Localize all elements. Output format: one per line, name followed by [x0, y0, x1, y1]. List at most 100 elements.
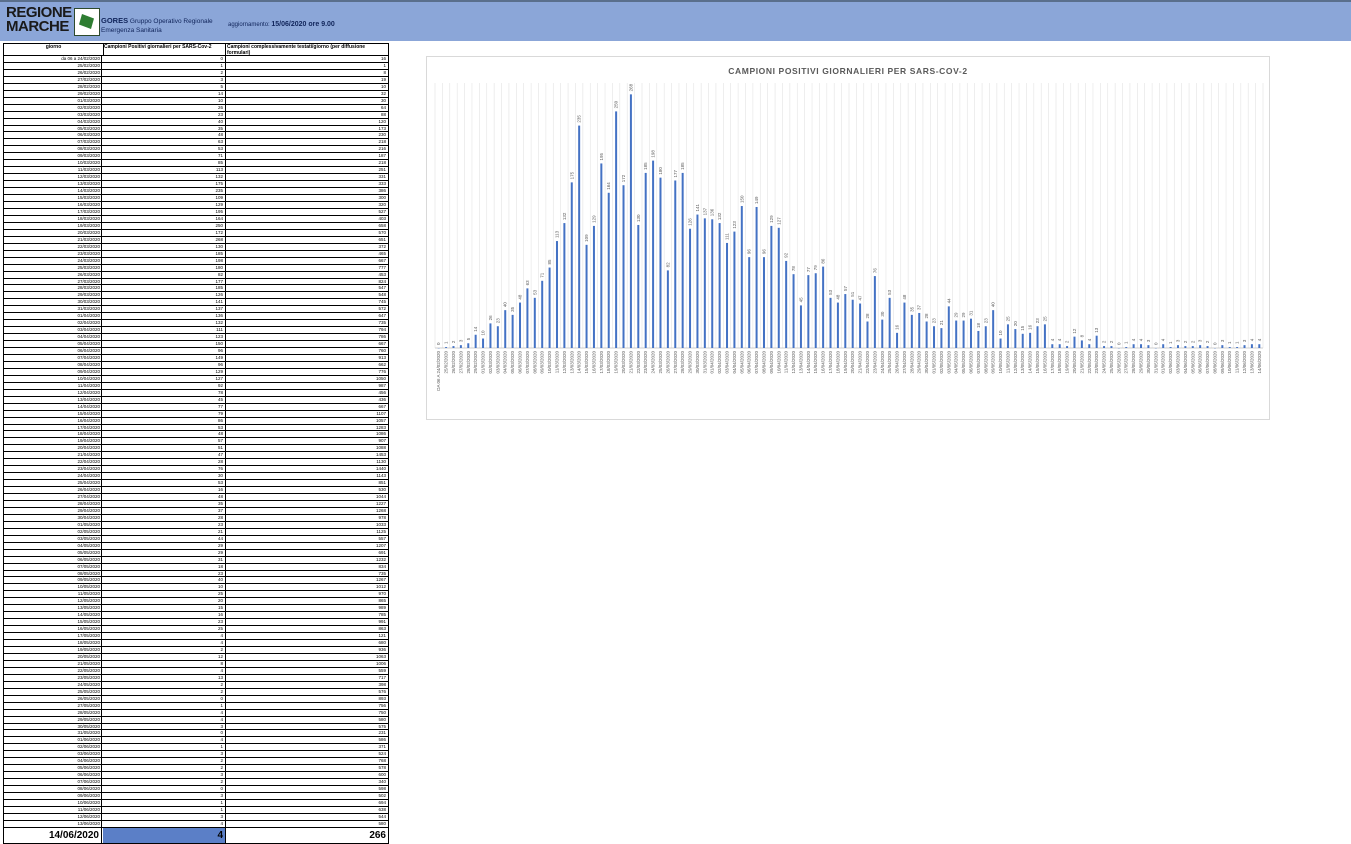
bar — [496, 326, 499, 348]
bar — [859, 303, 862, 348]
bar — [474, 334, 477, 348]
cell-day: 02/04/2020 — [4, 320, 102, 327]
cell-day: 29/03/2020 — [4, 292, 102, 299]
data-label: 5 — [466, 337, 471, 340]
table-row: 27/02/2020 3 19 — [4, 76, 388, 84]
cell-day: 27/05/2020 — [4, 702, 102, 709]
cell-tested: 987 — [378, 382, 386, 388]
cell-positives: 8 — [103, 660, 226, 667]
x-tick-label: 20/03/2020 — [621, 351, 626, 374]
table-row: 01/06/2020 4 586 — [4, 737, 388, 745]
table-row: 16/04/2020 86 1057 — [4, 417, 388, 425]
x-tick-label: 23/04/2020 — [872, 351, 877, 374]
cell-tested: 557 — [378, 535, 386, 541]
table-row: 13/03/2020 175 333 — [4, 181, 388, 189]
cell-tested: 735 — [378, 320, 386, 326]
bar — [578, 125, 581, 348]
x-tick-label: 13/04/2020 — [798, 351, 803, 374]
x-tick-label: 30/03/2020 — [695, 351, 700, 374]
bar — [637, 224, 640, 348]
x-tick-label: 01/06/2020 — [1161, 351, 1166, 374]
cell-day: 14/04/2020 — [4, 403, 102, 410]
cell-day: 09/05/2020 — [4, 577, 102, 584]
cell-tested: 691 — [378, 549, 386, 555]
cell-positives: 113 — [103, 167, 226, 174]
data-label: 4 — [1161, 338, 1166, 341]
cell-tested: 1453 — [375, 452, 386, 458]
x-tick-label: 21/04/2020 — [858, 351, 863, 374]
cell-day: 23/03/2020 — [4, 250, 102, 257]
cell-tested: 524 — [378, 751, 386, 757]
bar — [1147, 345, 1150, 348]
bar — [482, 338, 485, 348]
cell-day: 03/06/2020 — [4, 751, 102, 758]
cell-tested: 580 — [378, 820, 386, 826]
bar — [762, 257, 765, 348]
table-row: 15/03/2020 109 300 — [4, 195, 388, 203]
cell-positives: 48 — [103, 494, 226, 501]
x-tick-label: 28/04/2020 — [909, 351, 914, 374]
cell-day: 29/04/2020 — [4, 507, 102, 514]
cell-positives: 198 — [103, 257, 226, 264]
data-label: 77 — [806, 267, 811, 273]
cell-positives: 250 — [103, 222, 226, 229]
bar — [452, 346, 455, 348]
table-row: 23/03/2020 185 465 — [4, 250, 388, 258]
cell-day: 12/03/2020 — [4, 174, 102, 181]
data-label: 23 — [1035, 318, 1040, 324]
data-label: 45 — [798, 297, 803, 303]
data-label: 53 — [887, 289, 892, 295]
x-tick-label: 31/03/2020 — [702, 351, 707, 374]
data-label: 4 — [1249, 338, 1254, 341]
cell-positives: 3 — [103, 723, 226, 730]
table-row: 29/03/2020 126 548 — [4, 292, 388, 300]
cell-tested: 8 — [383, 69, 386, 75]
data-label: 35 — [510, 306, 515, 312]
cell-positives: 96 — [103, 361, 226, 368]
cell-day: 22/04/2020 — [4, 459, 102, 466]
x-tick-label: 13/03/2020 — [569, 351, 574, 374]
x-tick-label: 17/04/2020 — [828, 351, 833, 374]
x-tick-label: 26/03/2020 — [665, 351, 670, 374]
x-tick-label: 07/05/2020 — [976, 351, 981, 374]
cell-day: 09/06/2020 — [4, 793, 102, 800]
bar — [822, 266, 825, 348]
cell-day: 17/04/2020 — [4, 424, 102, 431]
cell-day: 11/04/2020 — [4, 382, 102, 389]
bar — [1228, 347, 1231, 348]
data-label: 2 — [1183, 340, 1188, 343]
bar — [896, 332, 899, 348]
x-tick-label: 10/06/2020 — [1227, 351, 1232, 374]
cell-day: 30/03/2020 — [4, 299, 102, 306]
x-tick-label: 12/03/2020 — [562, 351, 567, 374]
bar-chart: CAMPIONI POSITIVI GIORNALIERI PER SARS-C… — [434, 66, 1264, 391]
data-label: 1 — [1168, 341, 1173, 344]
x-tick-label: 14/04/2020 — [806, 351, 811, 374]
cell-tested: 1283 — [375, 424, 386, 430]
cell-day: 26/05/2020 — [4, 695, 102, 702]
data-label: 132 — [717, 212, 722, 220]
cell-positives: 0 — [103, 786, 226, 793]
cell-day: 08/04/2020 — [4, 361, 102, 368]
cell-day: 25/02/2020 — [4, 62, 102, 69]
cell-tested: 120 — [378, 118, 386, 124]
x-tick-label: 05/04/2020 — [739, 351, 744, 374]
bar — [555, 241, 558, 348]
cell-positives: 76 — [103, 466, 226, 473]
data-label: 30 — [880, 311, 885, 317]
cell-tested: 218 — [378, 139, 386, 145]
cell-day: 16/04/2020 — [4, 417, 102, 424]
x-tick-label: 03/05/2020 — [946, 351, 951, 374]
x-tick-label: 02/06/2020 — [1168, 351, 1173, 374]
cell-positives: 85 — [103, 160, 226, 167]
table-row: 03/05/2020 44 557 — [4, 535, 388, 543]
data-label: 0 — [1116, 342, 1121, 345]
cell-day: 10/06/2020 — [4, 799, 102, 806]
cell-tested: 465 — [378, 250, 386, 256]
cell-day: 15/03/2020 — [4, 195, 102, 202]
cell-positives: 92 — [103, 382, 226, 389]
cell-day: 16/05/2020 — [4, 626, 102, 633]
cell-positives: 45 — [103, 396, 226, 403]
cell-positives: 29 — [103, 549, 226, 556]
x-tick-label: 12/06/2020 — [1242, 351, 1247, 374]
